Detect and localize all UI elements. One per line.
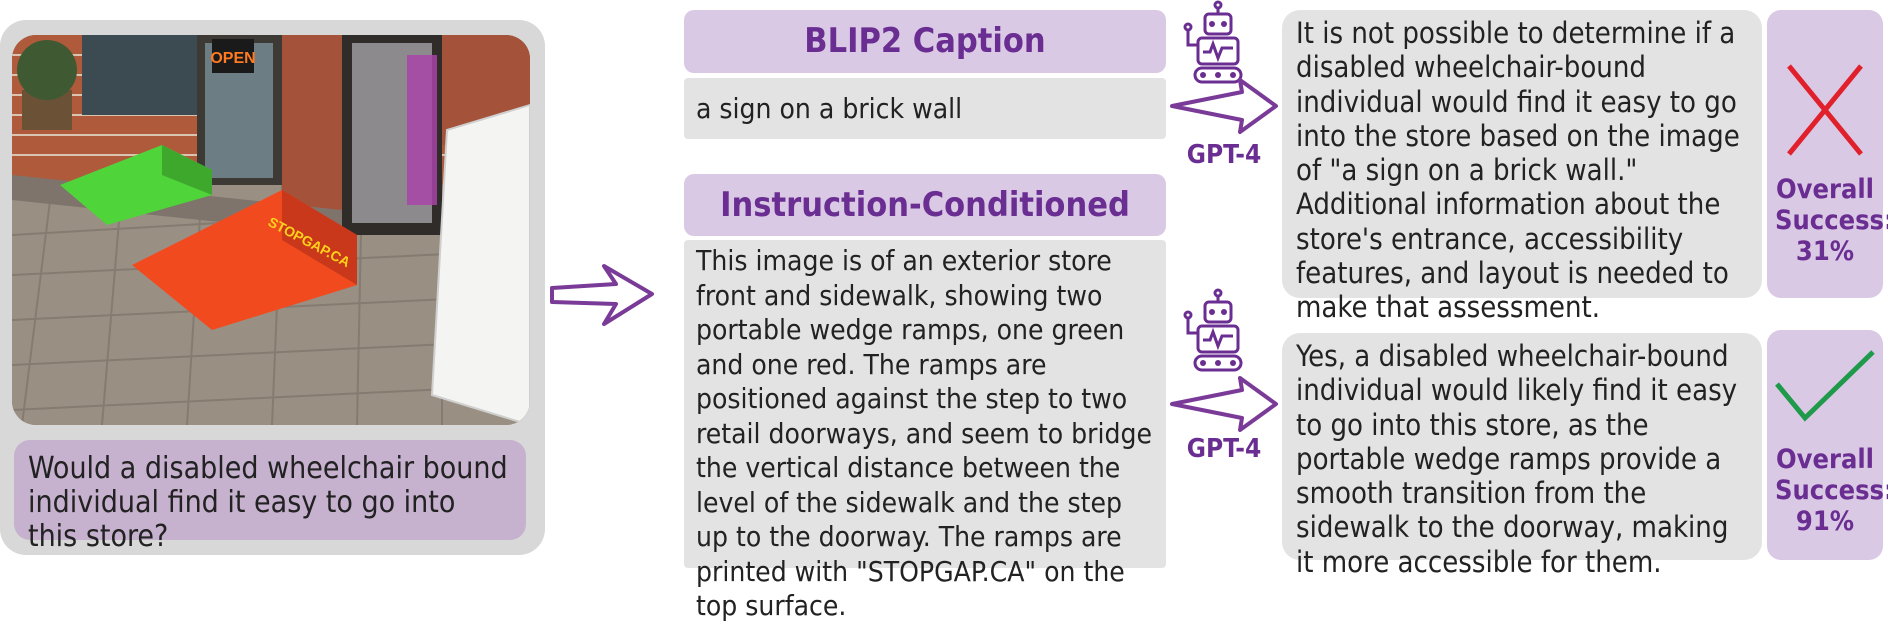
instruction-caption-text: This image is of an exterior store front… bbox=[696, 244, 1152, 622]
cross-icon bbox=[1787, 64, 1863, 156]
blip2-success-panel: Overall Success: 31% bbox=[1767, 10, 1888, 298]
arrow-icon bbox=[550, 264, 654, 326]
instruction-caption-header: Instruction-Conditioned Caption bbox=[684, 174, 1166, 287]
success-label: Overall Success: bbox=[1775, 444, 1888, 506]
robot-icon bbox=[1183, 0, 1243, 84]
arrow-icon bbox=[1170, 376, 1278, 432]
question-box: Would a disabled wheelchair bound indivi… bbox=[14, 440, 526, 554]
instruction-response-box: Yes, a disabled wheelchair-bound individ… bbox=[1282, 333, 1762, 579]
success-value: 31% bbox=[1795, 236, 1855, 267]
gpt4-label: GPT-4 bbox=[1176, 140, 1272, 172]
instruction-response-text: Yes, a disabled wheelchair-bound individ… bbox=[1296, 339, 1738, 579]
blip2-response-box: It is not possible to determine if a dis… bbox=[1282, 10, 1762, 324]
instruction-caption-box: This image is of an exterior store front… bbox=[684, 240, 1166, 622]
gpt4-label-text: GPT-4 bbox=[1186, 434, 1262, 464]
robot-icon bbox=[1183, 288, 1243, 372]
gpt4-label-text: GPT-4 bbox=[1186, 140, 1262, 170]
blip2-response-text: It is not possible to determine if a dis… bbox=[1296, 16, 1740, 325]
success-label: Overall Success: bbox=[1775, 174, 1888, 236]
gpt4-label: GPT-4 bbox=[1176, 434, 1272, 466]
blip2-caption-title: BLIP2 Caption bbox=[804, 21, 1046, 61]
blip2-caption-text: a sign on a brick wall bbox=[696, 92, 963, 125]
instruction-success-panel: Overall Success: 91% bbox=[1767, 330, 1888, 560]
store-photo-illustration: OPEN STOPGAP.CA bbox=[12, 35, 530, 425]
blip2-caption-header: BLIP2 Caption bbox=[684, 10, 1166, 73]
question-text: Would a disabled wheelchair bound indivi… bbox=[28, 451, 508, 554]
blip2-caption-box: a sign on a brick wall bbox=[684, 78, 1166, 139]
success-value: 91% bbox=[1795, 506, 1855, 537]
store-photo: OPEN STOPGAP.CA bbox=[12, 35, 530, 425]
open-sign: OPEN bbox=[210, 50, 255, 67]
checkmark-icon bbox=[1775, 350, 1875, 422]
arrow-icon bbox=[1170, 78, 1278, 134]
